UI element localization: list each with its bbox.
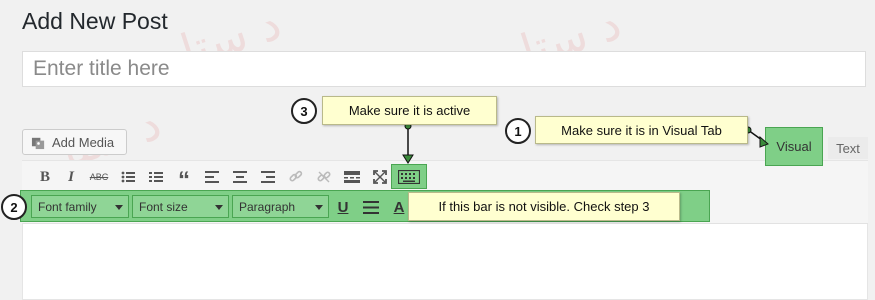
- list-ul-icon: [121, 171, 135, 183]
- tab-text[interactable]: Text: [828, 137, 868, 159]
- justify-button[interactable]: [360, 196, 382, 218]
- font-family-select[interactable]: Font family: [31, 195, 129, 218]
- chevron-down-icon: [215, 205, 223, 210]
- read-more-button[interactable]: [341, 166, 363, 188]
- fullscreen-icon: [373, 170, 387, 184]
- align-right-icon: [261, 171, 275, 183]
- chevron-down-icon: [315, 205, 323, 210]
- step-2-callout: If this bar is not visible. Check step 3: [408, 192, 680, 221]
- add-media-button[interactable]: Add Media: [22, 129, 127, 155]
- align-right-button[interactable]: [257, 166, 279, 188]
- fullscreen-button[interactable]: [369, 166, 391, 188]
- underline-button[interactable]: U: [332, 196, 354, 218]
- bulleted-list-button[interactable]: [117, 166, 139, 188]
- align-center-button[interactable]: [229, 166, 251, 188]
- strikethrough-button[interactable]: ABC: [88, 166, 110, 188]
- insert-link-button[interactable]: [285, 166, 307, 188]
- remove-link-button[interactable]: [313, 166, 335, 188]
- step-3-callout: Make sure it is active: [322, 96, 497, 125]
- align-center-icon: [233, 171, 247, 183]
- step-2-badge: 2: [1, 194, 27, 220]
- step-1-callout: Make sure it is in Visual Tab: [535, 116, 748, 144]
- font-size-select[interactable]: Font size: [132, 195, 229, 218]
- justify-icon: [363, 200, 379, 214]
- blockquote-button[interactable]: “: [173, 166, 195, 193]
- font-family-label: Font family: [38, 199, 97, 214]
- align-left-icon: [205, 171, 219, 183]
- tab-visual[interactable]: Visual: [765, 127, 823, 166]
- align-left-button[interactable]: [201, 166, 223, 188]
- keyboard-icon: [398, 169, 420, 184]
- paragraph-label: Paragraph: [239, 199, 296, 214]
- link-icon: [289, 170, 303, 182]
- text-color-button[interactable]: A: [388, 196, 410, 218]
- paragraph-select[interactable]: Paragraph: [232, 195, 329, 218]
- bold-button[interactable]: B: [34, 166, 56, 188]
- title-input[interactable]: [22, 51, 866, 87]
- more-icon: [344, 171, 360, 183]
- media-icon: [31, 137, 45, 149]
- step-3-badge: 3: [291, 98, 317, 124]
- step-1-badge: 1: [505, 118, 531, 144]
- list-ol-icon: [149, 172, 163, 182]
- font-size-label: Font size: [139, 199, 188, 214]
- add-media-label: Add Media: [52, 134, 115, 150]
- chevron-down-icon: [115, 205, 123, 210]
- unlink-icon: [317, 171, 331, 183]
- toolbar-toggle-button[interactable]: [391, 164, 427, 189]
- numbered-list-button[interactable]: [145, 166, 167, 188]
- italic-button[interactable]: I: [60, 166, 82, 188]
- page-title: Add New Post: [22, 8, 168, 34]
